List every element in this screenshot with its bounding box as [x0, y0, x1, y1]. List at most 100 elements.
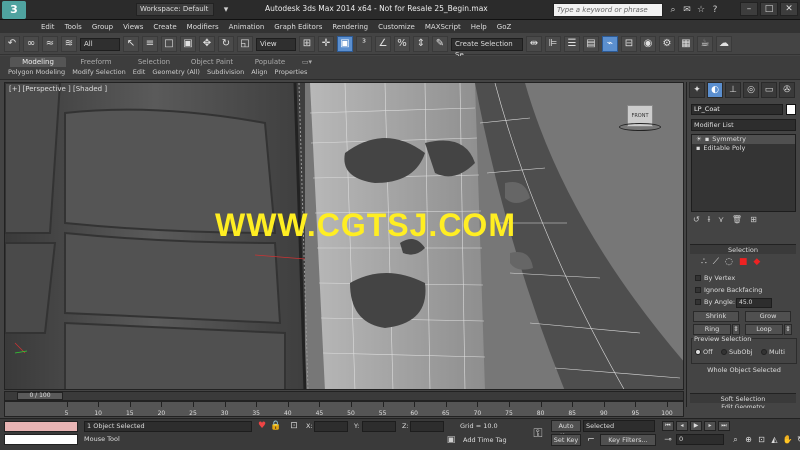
link-icon[interactable]: ∞ [23, 36, 39, 52]
show-end-result-icon[interactable]: Ɨ [708, 215, 710, 224]
percent-snap-icon[interactable]: % [394, 36, 410, 52]
checkbox-box[interactable] [695, 299, 701, 305]
ribbon-tab-populate[interactable]: Populate [242, 57, 298, 67]
ribbon-toggle-icon[interactable]: ▤ [583, 36, 599, 52]
menu-tools[interactable]: Tools [60, 23, 87, 31]
zoom-icon[interactable]: ⌕ [730, 434, 741, 445]
ribbon-panel-align[interactable]: Align [251, 68, 267, 76]
stack-item-symmetry[interactable]: ☀ ▪ Symmetry [692, 135, 795, 144]
rotate-icon[interactable]: ↻ [218, 36, 234, 52]
menu-goz[interactable]: GoZ [492, 23, 517, 31]
preview-off-radio[interactable]: Off [695, 348, 713, 356]
preview-multi-radio[interactable]: Multi [761, 348, 785, 356]
menu-views[interactable]: Views [118, 23, 148, 31]
maxscript-listener-input[interactable] [4, 421, 78, 432]
maxscript-output[interactable] [4, 434, 78, 445]
next-frame-icon[interactable]: ▸ [704, 421, 716, 431]
align-icon[interactable]: ⊫ [545, 36, 561, 52]
ribbon-tab-modeling[interactable]: Modeling [10, 57, 66, 67]
ribbon-tab-object-paint[interactable]: Object Paint [184, 57, 240, 67]
maximize-button[interactable]: □ [760, 2, 778, 16]
selection-rollout-header[interactable]: Selection [690, 244, 796, 254]
key-filters-button[interactable]: Key Filters... [600, 434, 656, 446]
undo-icon[interactable]: ↶ [4, 36, 20, 52]
schematic-view-icon[interactable]: ⊟ [621, 36, 637, 52]
ribbon-panel-modify-selection[interactable]: Modify Selection [72, 68, 126, 76]
ribbon-panel-geometry[interactable]: Geometry (All) [152, 68, 200, 76]
selection-lock-icon[interactable]: 🔒 [270, 420, 282, 432]
ribbon-options-icon[interactable]: ▭▾ [300, 57, 314, 67]
polygon-icon[interactable]: ■ [739, 257, 748, 267]
vertex-icon[interactable]: ∴ [701, 257, 707, 267]
menu-customize[interactable]: Customize [373, 23, 420, 31]
menu-rendering[interactable]: Rendering [327, 23, 373, 31]
hierarchy-tab-icon[interactable]: ⊥ [725, 82, 741, 98]
radio-dot[interactable] [695, 349, 701, 355]
window-crossing-icon[interactable]: ▣ [180, 36, 196, 52]
shrink-button[interactable]: Shrink [693, 311, 739, 322]
render-iterative-icon[interactable]: ☁ [716, 36, 732, 52]
go-to-start-icon[interactable]: ⏮ [662, 421, 674, 431]
field-of-view-icon[interactable]: ◭ [769, 434, 780, 445]
auto-key-button[interactable]: Auto Key [551, 420, 581, 440]
isolate-selection-icon[interactable]: ♥ [256, 420, 268, 432]
ribbon-tab-freeform[interactable]: Freeform [68, 57, 124, 67]
unlink-icon[interactable]: ≈ [42, 36, 58, 52]
reference-coordinate-dropdown[interactable]: View [256, 37, 296, 51]
edit-named-selection-icon[interactable]: ✎ [432, 36, 448, 52]
menu-edit[interactable]: Edit [36, 23, 60, 31]
radio-dot[interactable] [721, 349, 727, 355]
app-menu-button[interactable]: 3 [2, 1, 26, 19]
absolute-mode-icon[interactable]: ⊡ [288, 420, 300, 432]
soft-selection-rollout-header[interactable]: Soft Selection [690, 393, 796, 403]
menu-create[interactable]: Create [148, 23, 181, 31]
mirror-icon[interactable]: ⇹ [526, 36, 542, 52]
move-icon[interactable]: ✥ [199, 36, 215, 52]
scale-icon[interactable]: ◱ [237, 36, 253, 52]
modifier-list-dropdown[interactable]: Modifier List [691, 119, 796, 131]
time-slider-thumb[interactable]: 0 / 100 [17, 392, 63, 400]
modify-tab-icon[interactable]: ◐ [707, 82, 723, 98]
set-key-button[interactable]: Set Key [551, 434, 581, 446]
menu-modifiers[interactable]: Modifiers [182, 23, 224, 31]
loop-button[interactable]: Loop [745, 324, 783, 335]
ribbon-panel-properties[interactable]: Properties [275, 68, 308, 76]
angle-snap-icon[interactable]: ∠ [375, 36, 391, 52]
object-name-field[interactable]: LP_Coat [691, 104, 783, 115]
key-selection-set-dropdown[interactable]: Selected [583, 420, 655, 432]
go-to-end-icon[interactable]: ⏭ [718, 421, 730, 431]
make-unique-icon[interactable]: ⋎ [718, 215, 724, 224]
ribbon-panel-edit[interactable]: Edit [133, 68, 146, 76]
previous-frame-icon[interactable]: ◂ [676, 421, 688, 431]
expand-icon[interactable]: ▪ [705, 135, 709, 144]
x-coordinate-field[interactable] [314, 421, 348, 432]
ribbon-panel-subdivision[interactable]: Subdivision [207, 68, 244, 76]
menu-help[interactable]: Help [466, 23, 492, 31]
time-slider[interactable]: 0 / 100 [4, 391, 684, 401]
menu-group[interactable]: Group [87, 23, 118, 31]
perspective-viewport[interactable]: [+] [Perspective ] [Shaded ] WWW.CGTSJ.C… [4, 82, 684, 390]
edge-icon[interactable]: ⟋ [713, 257, 719, 267]
track-bar[interactable]: 5 10 15 20 25 30 35 40 45 50 55 60 65 70 75 80 85 90 95 100 [4, 401, 684, 417]
help-icon[interactable]: ? [709, 4, 721, 16]
select-by-name-icon[interactable]: ≡ [142, 36, 158, 52]
y-coordinate-field[interactable] [362, 421, 396, 432]
loop-spinner[interactable]: ⇕ [784, 324, 792, 335]
select-object-icon[interactable]: ↖ [123, 36, 139, 52]
display-tab-icon[interactable]: ▭ [761, 82, 777, 98]
key-mode-icon[interactable]: ⌐ [585, 434, 597, 446]
selection-filter-dropdown[interactable]: All [80, 37, 120, 51]
configure-modifier-sets-icon[interactable]: ⊞ [750, 215, 757, 224]
edit-geometry-rollout-header[interactable]: Edit Geometry [690, 404, 796, 408]
grow-button[interactable]: Grow [745, 311, 791, 322]
named-selection-dropdown[interactable]: Create Selection Se [451, 37, 523, 59]
quick-access-chevron-icon[interactable]: ▾ [220, 4, 232, 16]
expand-icon[interactable]: ▪ [696, 144, 700, 153]
layer-manager-icon[interactable]: ☰ [564, 36, 580, 52]
bind-space-warp-icon[interactable]: ≋ [61, 36, 77, 52]
binoculars-icon[interactable]: ⌕ [667, 4, 679, 16]
ribbon-panel-polygon-modeling[interactable]: Polygon Modeling [8, 68, 65, 76]
keyboard-shortcut-override-icon[interactable]: ▣ [337, 36, 353, 52]
motion-tab-icon[interactable]: ◎ [743, 82, 759, 98]
close-button[interactable]: ✕ [780, 2, 798, 16]
